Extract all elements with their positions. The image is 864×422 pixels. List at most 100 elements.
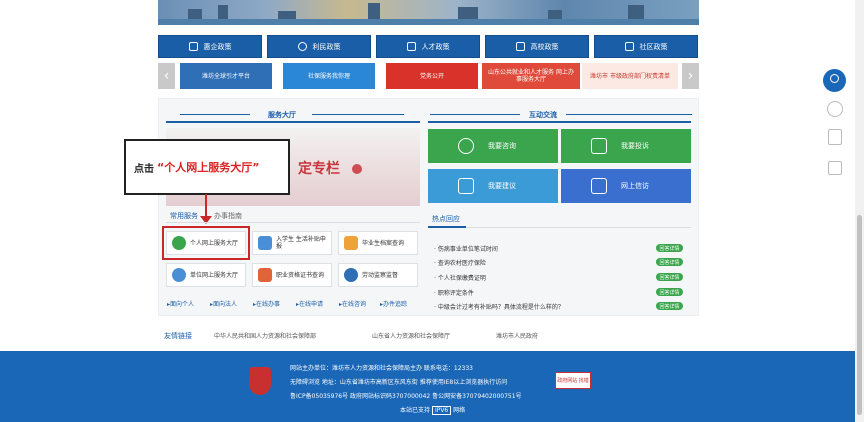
- ipv6-suffix: 网络: [453, 407, 466, 414]
- tile-label: 我要咨询: [488, 142, 516, 150]
- hot-question-text: 伤病事业单位笔试时间: [437, 246, 498, 253]
- tile-label: 我要建议: [488, 182, 516, 190]
- policy-button-public[interactable]: 利民政策: [267, 35, 371, 58]
- answer-badge[interactable]: 回答详情: [656, 288, 683, 296]
- service-label: 劳动监察监督: [362, 271, 399, 279]
- policy-button-label: 高校政策: [530, 42, 559, 51]
- hot-question-item[interactable]: · 职称评定条件: [434, 288, 646, 297]
- quick-link-label: 办件追踪: [383, 301, 408, 308]
- tile-complaint[interactable]: 我要投诉: [561, 129, 691, 163]
- hot-questions-title: 热点回应: [432, 215, 460, 223]
- service-graduate-archive[interactable]: 毕业生档案查询: [338, 231, 418, 255]
- divider: [180, 114, 250, 115]
- quick-link-label: 在线咨询: [342, 301, 367, 308]
- divider: [428, 226, 466, 228]
- friend-link[interactable]: 山东省人力资源和社会保障厅: [372, 331, 450, 340]
- inspector-icon: [344, 268, 358, 282]
- quick-link[interactable]: ▸在线办事: [253, 299, 280, 308]
- annotation-highlight-box: [162, 226, 250, 260]
- quick-link[interactable]: ▸面向个人: [167, 299, 194, 308]
- policy-button-label: 利民政策: [312, 42, 341, 51]
- chevron-left-icon: ‹: [163, 68, 170, 84]
- gov-site-error-badge[interactable]: 政府网站 找错: [555, 372, 591, 389]
- hot-question-item[interactable]: · 伤病事业单位笔试时间: [434, 244, 646, 253]
- talent-icon: [406, 42, 416, 51]
- policy-button-community[interactable]: 社区政策: [594, 35, 698, 58]
- answer-badge[interactable]: 回答详情: [656, 258, 683, 266]
- people-icon: [297, 42, 307, 51]
- note-icon: [458, 178, 474, 194]
- float-home-button[interactable]: [823, 69, 846, 92]
- policy-button-enterprise[interactable]: 惠企政策: [158, 35, 262, 58]
- divider: [466, 227, 691, 228]
- carousel-slide[interactable]: 社保服务我你理: [283, 63, 375, 89]
- carousel-next-button[interactable]: ›: [682, 63, 699, 89]
- carousel-slide[interactable]: 山东公共就业和人才服务 网上办事服务大厅: [482, 63, 580, 89]
- footer-sponsor: 网站主办单位：潍坊市人力资源和社会保障局主办 联系电话：12333: [290, 365, 473, 372]
- policy-button-label: 惠企政策: [203, 42, 232, 51]
- annotation-arrow: [205, 194, 207, 218]
- divider: [428, 121, 691, 123]
- quick-link[interactable]: ▸在线咨询: [339, 299, 366, 308]
- hot-question-text: 中级会计过考有补贴吗？具体流程是什么样的？: [437, 304, 564, 311]
- policy-button-university[interactable]: 高校政策: [485, 35, 589, 58]
- service-label: 职业资格证书查询: [276, 271, 325, 279]
- service-label: 入学生 生活补贴申报: [276, 236, 326, 250]
- policy-button-label: 人才政策: [421, 42, 450, 51]
- service-unit-hall[interactable]: 单位网上服务大厅: [166, 263, 246, 287]
- quick-link-label: 面向法人: [213, 301, 238, 308]
- service-certificate-query[interactable]: 职业资格证书查询: [252, 263, 332, 287]
- answer-badge[interactable]: 回答详情: [656, 273, 683, 281]
- hot-question-item[interactable]: · 查询农村医疗保险: [434, 258, 646, 267]
- annotation-prefix: 点击: [134, 163, 154, 175]
- footer-icp: 鲁ICP备05035976号 政府网站标识码3707000042 鲁公网安备37…: [290, 393, 522, 400]
- answer-badge[interactable]: 回答详情: [656, 302, 683, 310]
- service-label: 毕业生档案查询: [362, 239, 405, 247]
- divider: [430, 114, 520, 115]
- float-mobile-button[interactable]: [828, 129, 842, 145]
- tile-consult[interactable]: 我要咨询: [428, 129, 558, 163]
- hot-question-text: 职称评定条件: [437, 290, 474, 297]
- service-student-subsidy[interactable]: 入学生 生活补贴申报: [252, 231, 332, 255]
- float-feedback-button[interactable]: [828, 161, 842, 175]
- answer-badge[interactable]: 回答详情: [656, 244, 683, 252]
- quick-link[interactable]: ▸面向法人: [210, 299, 237, 308]
- carousel-prev-button[interactable]: ‹: [158, 63, 175, 89]
- float-accessibility-button[interactable]: [827, 101, 843, 117]
- university-icon: [515, 42, 525, 51]
- service-label: 单位网上服务大厅: [190, 271, 239, 279]
- footer-address: 无障碍浏览 地址：山东省潍坊市高新区东风东街 推荐使用IE8以上浏览器执行访问: [290, 379, 508, 386]
- tile-label: 网上信访: [621, 182, 649, 190]
- quick-link[interactable]: ▸办件追踪: [380, 299, 407, 308]
- certificate-icon: [258, 268, 272, 282]
- carousel-slide[interactable]: 潍坊市 市级政府部门权责清单: [582, 63, 678, 89]
- divider: [312, 114, 404, 115]
- service-labor-supervision[interactable]: 劳动监察监督: [338, 263, 418, 287]
- tab-common-services[interactable]: 常用服务: [170, 211, 198, 221]
- friend-link[interactable]: 中华人民共和国人力资源和社会保障部: [214, 331, 316, 340]
- carousel-slide[interactable]: 党务公开: [386, 63, 478, 89]
- hot-question-text: 个人社保缴费证明: [437, 275, 486, 282]
- community-icon: [624, 42, 634, 51]
- tile-petition[interactable]: 网上信访: [561, 169, 691, 203]
- banner-text: 定专栏: [298, 161, 340, 177]
- ipv6-badge: IPV6: [431, 406, 452, 415]
- friend-link[interactable]: 潍坊市人民政府: [496, 331, 538, 340]
- hot-question-text: 查询农村医疗保险: [437, 260, 486, 267]
- chevron-right-icon: ›: [687, 68, 694, 84]
- service-hall-title: 服务大厅: [268, 111, 296, 119]
- hot-question-item[interactable]: · 中级会计过考有补贴吗？具体流程是什么样的？: [434, 302, 646, 311]
- user-icon: [830, 74, 839, 83]
- carousel-slide[interactable]: 潍坊全球引才平台: [180, 63, 272, 89]
- policy-button-talent[interactable]: 人才政策: [376, 35, 480, 58]
- hero-banner-image: [158, 0, 699, 25]
- archive-icon: [344, 236, 358, 250]
- scrollbar-thumb[interactable]: [857, 215, 862, 415]
- hot-question-item[interactable]: · 个人社保缴费证明: [434, 273, 646, 282]
- quick-link[interactable]: ▸在线申请: [296, 299, 323, 308]
- interaction-title: 互动交流: [529, 111, 557, 119]
- tile-label: 我要投诉: [621, 142, 649, 150]
- policy-button-label: 社区政策: [639, 42, 668, 51]
- tab-service-guide[interactable]: 办事指南: [214, 211, 242, 221]
- tile-suggestion[interactable]: 我要建议: [428, 169, 558, 203]
